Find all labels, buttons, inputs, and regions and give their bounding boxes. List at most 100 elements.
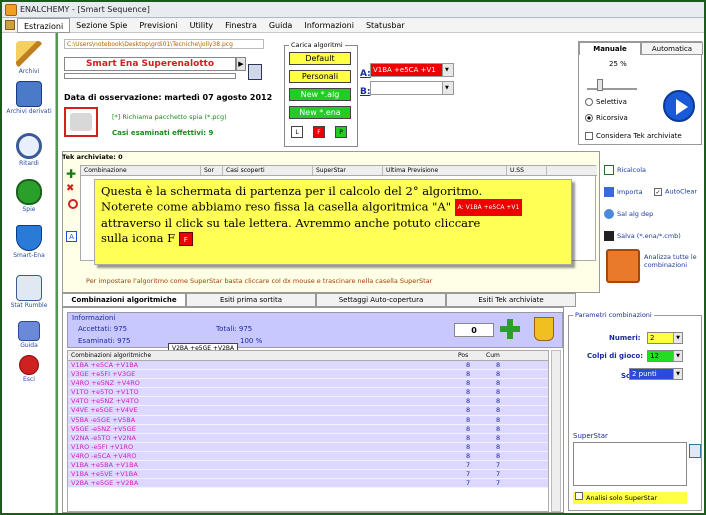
numeri-select[interactable]: 2 ▼ bbox=[647, 332, 683, 344]
row-cell: V2NA -e5TO +V2NA bbox=[71, 433, 136, 442]
p-button[interactable]: P bbox=[335, 126, 347, 138]
sidebar-item-ritardi[interactable]: Ritardi bbox=[2, 133, 56, 167]
menu-informazioni[interactable]: Informazioni bbox=[298, 18, 360, 33]
add-icon[interactable]: ✚ bbox=[66, 167, 76, 181]
colpi-select[interactable]: 12 ▼ bbox=[647, 350, 683, 362]
superstar-icon[interactable] bbox=[689, 444, 701, 458]
combinations-list[interactable]: Combinazioni algoritmiche Pos Cum V1BA +… bbox=[67, 350, 549, 512]
superstar-box[interactable] bbox=[573, 442, 687, 486]
table-row[interactable]: V1BA +e5BA +V1BA 7 7 bbox=[68, 461, 548, 471]
analizza-label[interactable]: Analizza tutte le combinazioni bbox=[644, 253, 702, 269]
row-cell: 8 bbox=[466, 424, 471, 433]
bucket-icon[interactable] bbox=[534, 317, 554, 341]
table-row[interactable]: V3GE +e5FI +V3GE 8 8 bbox=[68, 370, 548, 380]
autoclear-checkbox[interactable]: ✓ AutoClear bbox=[654, 187, 697, 196]
analisi-superstar-checkbox[interactable]: Analisi solo SuperStar bbox=[573, 492, 687, 504]
tab-combinazioni[interactable]: Combinazioni algoritmiche bbox=[62, 293, 186, 307]
sidebar-label: Ritardi bbox=[19, 160, 39, 167]
ricorsiva-radio[interactable]: Ricorsiva bbox=[585, 114, 628, 122]
table-row[interactable]: V2BA +e5GE +V2BA 7 7 bbox=[68, 479, 548, 489]
game-selector[interactable]: Smart Ena Superenalotto bbox=[64, 57, 236, 71]
table-row[interactable]: V1BA +e5CA +V1BA 8 8 bbox=[68, 361, 548, 371]
menu-app-icon[interactable] bbox=[5, 20, 15, 30]
table-row[interactable]: V4TO +e5NZ +V4TO 8 8 bbox=[68, 397, 548, 407]
row-cell: V3GE +e5FI +V3GE bbox=[71, 370, 136, 379]
algo-a-dropdown[interactable]: ▼ bbox=[442, 63, 454, 77]
spy-pill-icon bbox=[16, 179, 42, 205]
analizza-icon[interactable] bbox=[606, 249, 640, 283]
algo-b-label[interactable]: B: bbox=[360, 87, 370, 97]
table-row[interactable]: V5BA -e5GE +V5BA 8 8 bbox=[68, 415, 548, 425]
tab-manuale[interactable]: Manuale bbox=[579, 42, 641, 55]
algo-b-dropdown[interactable]: ▼ bbox=[442, 81, 454, 95]
delete-icon[interactable]: ✖ bbox=[66, 183, 74, 194]
app-icon bbox=[5, 3, 17, 16]
play-button[interactable] bbox=[663, 90, 695, 122]
percent-slider[interactable] bbox=[587, 76, 637, 91]
menu-estrazioni[interactable]: Estrazioni bbox=[17, 17, 71, 33]
row-cell: V5BA -e5GE +V5BA bbox=[71, 415, 136, 424]
sorte-select[interactable]: 2 punti ▼ bbox=[629, 368, 683, 380]
add-combination-icon[interactable] bbox=[500, 319, 520, 339]
game-scrollbar[interactable] bbox=[64, 73, 236, 79]
app-window: ENALCHEMY - [Smart Sequence] Estrazioni … bbox=[0, 0, 706, 515]
scanner-icon[interactable] bbox=[248, 64, 262, 80]
tab-esiti-tek[interactable]: Esiti Tek archiviate bbox=[446, 293, 576, 307]
sidebar-item-esci[interactable]: Esci bbox=[2, 355, 56, 383]
personali-button[interactable]: Personali bbox=[289, 70, 351, 83]
menu-previsioni[interactable]: Previsioni bbox=[133, 18, 183, 33]
counter-field[interactable]: 0 bbox=[454, 323, 494, 337]
new-ena-button[interactable]: New *.ena bbox=[289, 106, 351, 119]
menu-sezione-spie[interactable]: Sezione Spie bbox=[70, 18, 133, 33]
slider-thumb[interactable] bbox=[597, 79, 603, 91]
table-row[interactable]: V4RO +e5NZ +V4RO 8 8 bbox=[68, 379, 548, 389]
stop-icon[interactable] bbox=[68, 199, 78, 209]
row-cell: V1BA +e5VE +V1BA bbox=[71, 470, 138, 479]
menu-statusbar[interactable]: Statusbar bbox=[360, 18, 411, 33]
importa-button[interactable]: Importa bbox=[604, 187, 643, 197]
new-alg-button[interactable]: New *.alg bbox=[289, 88, 351, 101]
row-cell: V4VE +e5GE +V4VE bbox=[71, 406, 138, 415]
game-next-button[interactable]: ▶ bbox=[236, 57, 246, 71]
row-cell: 8 bbox=[496, 451, 501, 460]
sidebar-item-spie[interactable]: Spie bbox=[2, 179, 56, 213]
tab-settaggi[interactable]: Settaggi Auto-copertura bbox=[316, 293, 446, 307]
pencil-icon bbox=[16, 41, 42, 67]
row-cell: 8 bbox=[466, 406, 471, 415]
sidebar-item-smart-ena[interactable]: Smart-Ena bbox=[2, 225, 56, 259]
table-row[interactable]: V4RO -e5CA +V4RO 8 8 bbox=[68, 451, 548, 462]
default-button[interactable]: Default bbox=[289, 52, 351, 65]
sidebar-item-guida[interactable]: Guida bbox=[2, 321, 56, 349]
spy-pill-icon bbox=[70, 113, 92, 131]
f-button[interactable]: F bbox=[313, 126, 325, 138]
selettiva-radio[interactable]: Selettiva bbox=[585, 98, 627, 106]
table-row[interactable]: V1BA +e5VE +V1BA 7 7 bbox=[68, 470, 548, 480]
menu-utility[interactable]: Utility bbox=[184, 18, 220, 33]
list-scrollbar[interactable] bbox=[551, 350, 561, 512]
considera-tek-checkbox[interactable]: Considera Tek archiviate bbox=[585, 132, 682, 140]
salva-ena-button[interactable]: Salva (*.ena/*.cmb) bbox=[604, 231, 681, 241]
sidebar-label: Guida bbox=[20, 342, 38, 349]
table-row[interactable]: V5GE -e5NZ +V5GE 8 8 bbox=[68, 424, 548, 434]
a-button[interactable]: A bbox=[66, 231, 77, 242]
table-row[interactable]: V2NA -e5TO +V2NA 8 8 bbox=[68, 433, 548, 443]
tab-automatica[interactable]: Automatica bbox=[641, 42, 703, 55]
salva-alg-button[interactable]: Sal alg dep bbox=[604, 209, 653, 219]
row-cell: 8 bbox=[466, 379, 471, 388]
sidebar-item-archivi-derivati[interactable]: Archivi derivati bbox=[2, 81, 56, 115]
spy-package-button[interactable] bbox=[64, 107, 98, 137]
title-bar: ENALCHEMY - [Smart Sequence] bbox=[2, 2, 704, 18]
menu-finestra[interactable]: Finestra bbox=[219, 18, 263, 33]
tab-esiti-prima-sortita[interactable]: Esiti prima sortita bbox=[186, 293, 316, 307]
menu-guida[interactable]: Guida bbox=[263, 18, 298, 33]
table-row[interactable]: V1TO +e5TO +V1TO 8 8 bbox=[68, 388, 548, 398]
list-rows: V1BA +e5CA +V1BA 8 8 V3GE +e5FI +V3GE 8 8 V4RO… bbox=[68, 361, 548, 489]
l-button[interactable]: L bbox=[291, 126, 303, 138]
ricalcola-button[interactable]: Ricalcola bbox=[604, 165, 646, 175]
sidebar-item-archivi[interactable]: Archivi bbox=[2, 41, 56, 75]
sidebar-item-stat-rumble[interactable]: Stat Rumble bbox=[2, 275, 56, 309]
table-row[interactable]: V1RO -e5FI +V1RO 8 8 bbox=[68, 442, 548, 452]
table-row[interactable]: V4VE +e5GE +V4VE 8 8 bbox=[68, 406, 548, 416]
sidebar-label: Smart-Ena bbox=[13, 252, 45, 259]
sidebar-label: Stat Rumble bbox=[10, 302, 48, 309]
